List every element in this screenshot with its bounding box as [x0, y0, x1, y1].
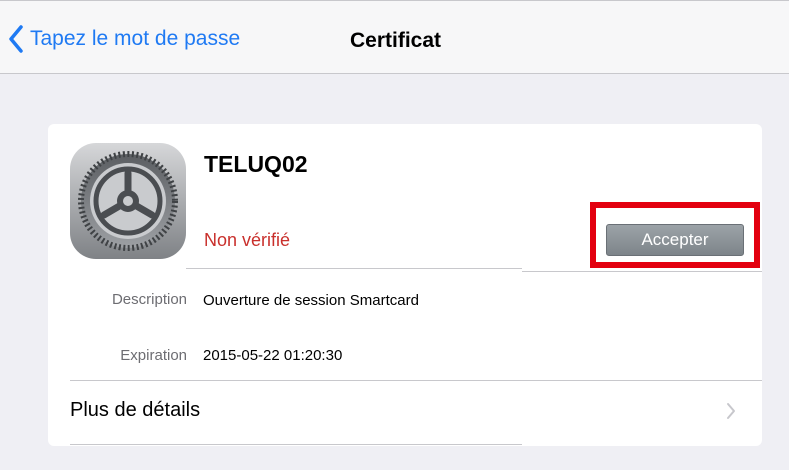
page-title: Certificat [350, 29, 442, 52]
verification-status: Non vérifié [204, 230, 291, 250]
settings-gear-icon [70, 143, 186, 259]
back-button-label: Tapez le mot de passe [30, 27, 241, 50]
divider [522, 271, 762, 272]
chevron-left-icon [9, 25, 23, 53]
divider [70, 444, 522, 445]
description-value: Ouverture de session Smartcard [203, 292, 419, 309]
divider [186, 268, 522, 269]
expiration-value: 2015-05-22 01:20:30 [203, 347, 343, 364]
back-button[interactable]: Tapez le mot de passe [8, 23, 240, 55]
certificate-name: TELUQ02 [204, 151, 308, 177]
navigation-bar: Tapez le mot de passe Certificat [0, 0, 789, 74]
accept-button[interactable]: Accepter [606, 224, 744, 256]
certificate-card: TELUQ02 Non vérifié Accepter Description… [48, 124, 762, 446]
chevron-right-icon [727, 403, 735, 419]
description-label: Description [111, 291, 187, 308]
more-details-row[interactable]: Plus de détails [48, 381, 762, 439]
more-details-label: Plus de détails [70, 399, 201, 421]
expiration-label: Expiration [120, 347, 187, 364]
